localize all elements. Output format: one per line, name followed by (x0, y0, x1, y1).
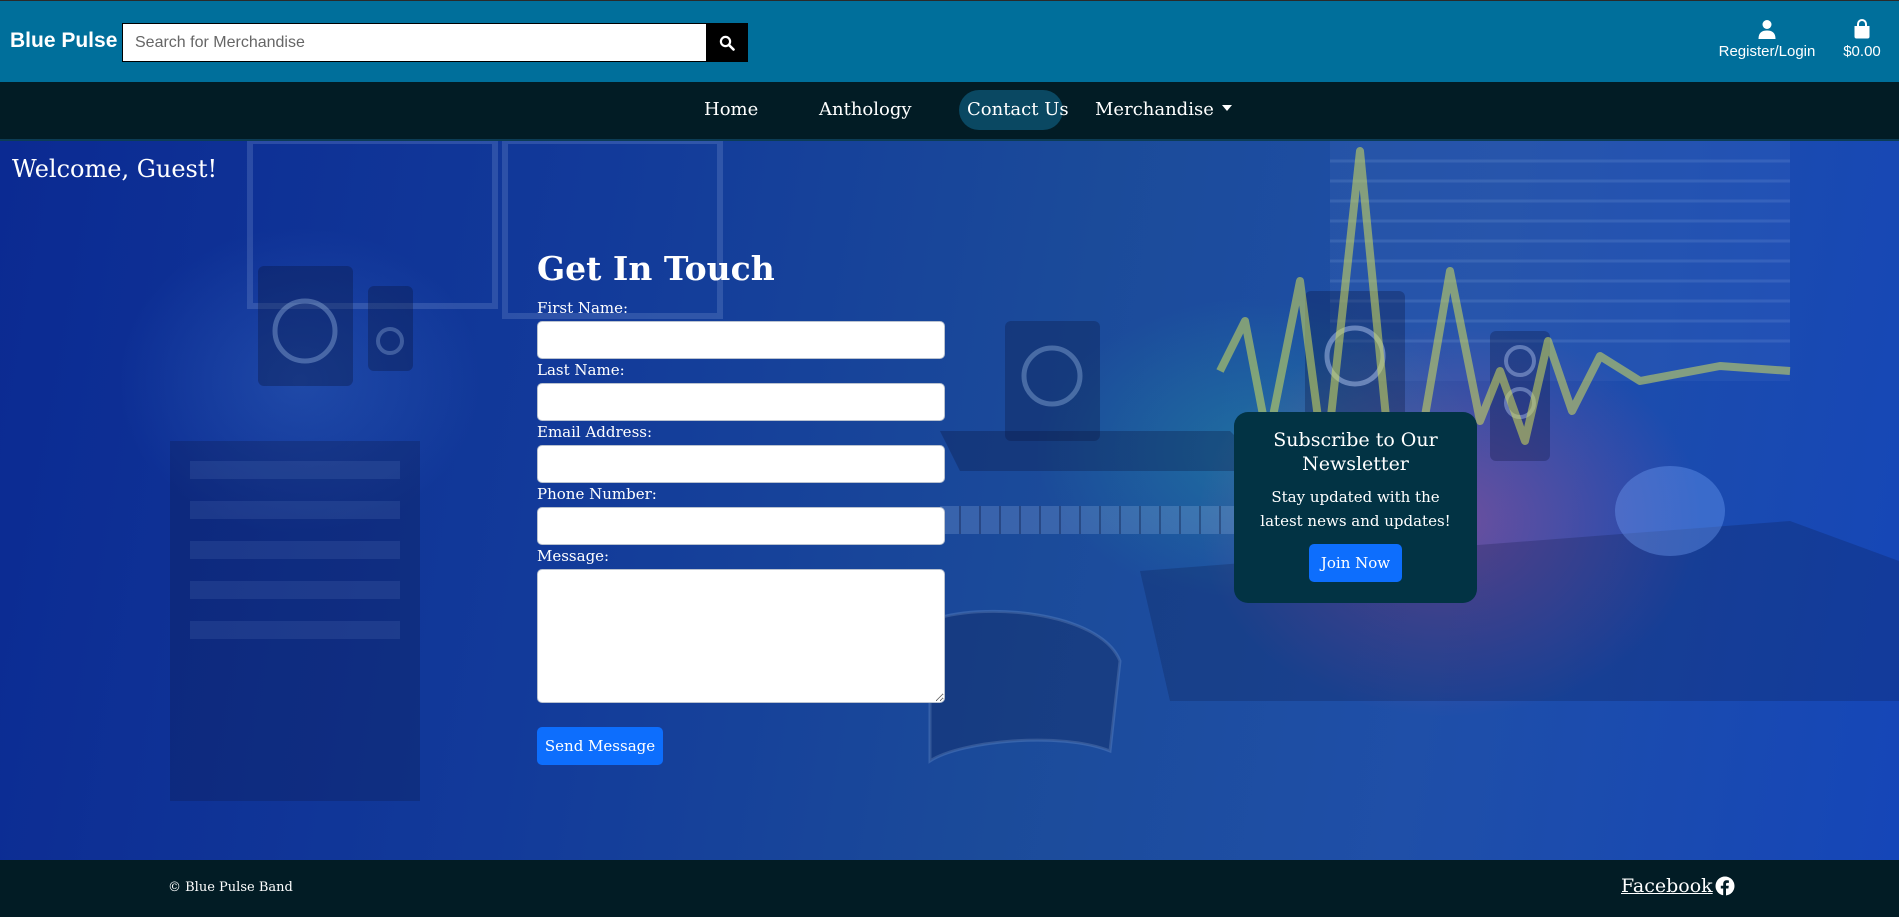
top-header: Blue Pulse Register/Login $0.00 (0, 0, 1899, 82)
site-footer: © Blue Pulse Band Facebook (0, 860, 1899, 917)
newsletter-card: Subscribe to Our Newsletter Stay updated… (1234, 412, 1477, 603)
nav-item-merchandise[interactable]: Merchandise (1095, 99, 1232, 120)
cart-link[interactable]: $0.00 (1836, 19, 1888, 60)
cart-total: $0.00 (1843, 43, 1881, 60)
email-field[interactable] (537, 445, 945, 483)
caret-down-icon (1221, 105, 1232, 111)
search-button[interactable] (706, 23, 748, 62)
welcome-message: Welcome, Guest! (12, 155, 218, 183)
send-message-button[interactable]: Send Message (537, 727, 663, 765)
phone-label: Phone Number: (537, 485, 657, 503)
facebook-link-label: Facebook (1621, 875, 1713, 897)
last-name-field[interactable] (537, 383, 945, 421)
user-icon (1758, 20, 1776, 39)
first-name-field[interactable] (537, 321, 945, 359)
search-icon (719, 35, 735, 51)
first-name-label: First Name: (537, 299, 629, 317)
join-now-button[interactable]: Join Now (1309, 544, 1402, 582)
last-name-label: Last Name: (537, 361, 625, 379)
email-label: Email Address: (537, 423, 653, 441)
newsletter-text: Stay updated with the latest news and up… (1260, 488, 1451, 530)
contact-hero: Welcome, Guest! Get In Touch First Name:… (0, 141, 1899, 860)
phone-field[interactable] (537, 507, 945, 545)
form-title: Get In Touch (537, 249, 775, 288)
nav-item-contact-us[interactable]: Contact Us (967, 99, 1069, 120)
brand-logo[interactable]: Blue Pulse (10, 29, 117, 53)
search-bar (122, 23, 748, 62)
register-login-link[interactable]: Register/Login (1714, 19, 1820, 60)
search-input[interactable] (122, 23, 706, 62)
studio-background-image (170, 141, 1899, 801)
copyright-text: © Blue Pulse Band (168, 880, 293, 895)
message-field[interactable] (537, 569, 945, 703)
main-nav: Home Anthology Contact Us Merchandise (0, 82, 1899, 141)
newsletter-title: Subscribe to Our Newsletter (1273, 429, 1438, 475)
shopping-bag-icon (1854, 19, 1870, 39)
nav-item-home[interactable]: Home (704, 99, 758, 120)
nav-item-merchandise-label: Merchandise (1095, 99, 1214, 120)
facebook-link[interactable]: Facebook (1621, 875, 1735, 897)
nav-item-anthology[interactable]: Anthology (819, 99, 912, 120)
message-label: Message: (537, 547, 610, 565)
facebook-icon (1715, 876, 1735, 896)
register-login-label: Register/Login (1718, 43, 1816, 60)
